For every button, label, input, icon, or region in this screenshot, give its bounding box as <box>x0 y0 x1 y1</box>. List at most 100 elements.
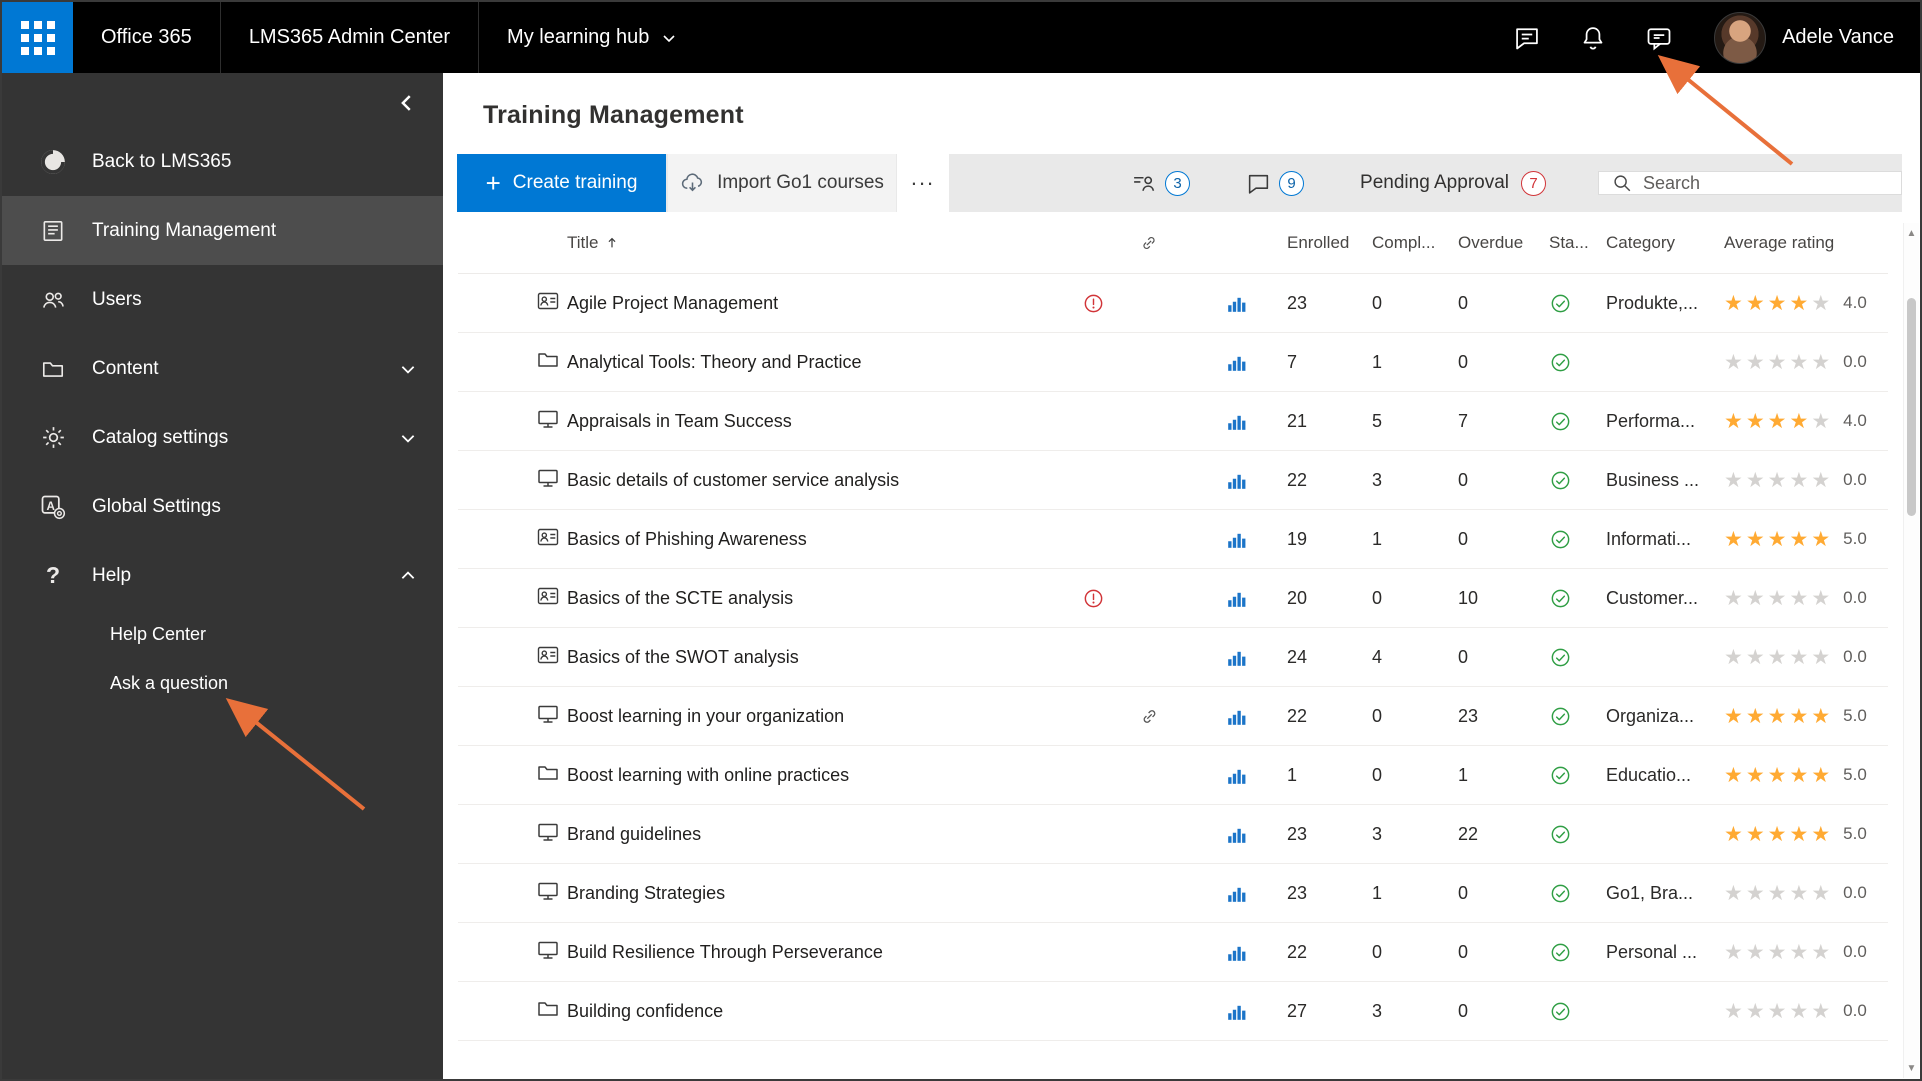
rating-value: 0.0 <box>1843 352 1867 372</box>
table-row[interactable]: Basics of the SCTE analysis20010Customer… <box>458 569 1888 628</box>
scroll-up-arrow[interactable]: ▲ <box>1907 223 1917 243</box>
search-input[interactable] <box>1643 173 1889 194</box>
column-header-rating[interactable]: Average rating <box>1720 233 1888 253</box>
sort-ascending-icon <box>605 235 619 251</box>
star-icon: ★ <box>1768 881 1790 906</box>
category-cell: Go1, Bra... <box>1602 883 1720 904</box>
pending-approval-button[interactable]: Pending Approval 7 <box>1360 171 1546 196</box>
training-title-link[interactable]: Basics of the SWOT analysis <box>567 647 1082 668</box>
sidebar-item-help[interactable]: ? Help <box>2 541 443 610</box>
notifications-button[interactable] <box>1560 2 1626 73</box>
rating-cell: ★★★★★5.0 <box>1720 527 1888 552</box>
report-chart-icon[interactable] <box>1192 1001 1251 1022</box>
enrollment-requests-button[interactable]: 3 <box>1130 171 1190 196</box>
app-window: Office 365 LMS365 Admin Center My learni… <box>0 0 1922 1081</box>
column-header-status[interactable]: Sta... <box>1511 233 1602 253</box>
comments-button[interactable]: 9 <box>1246 171 1304 196</box>
table-row[interactable]: Basics of Phishing Awareness1910Informat… <box>458 510 1888 569</box>
search-box[interactable] <box>1598 171 1902 195</box>
rating-value: 5.0 <box>1843 765 1867 785</box>
training-title-link[interactable]: Branding Strategies <box>567 883 1082 904</box>
overdue-count: 0 <box>1425 529 1511 550</box>
report-chart-icon[interactable] <box>1192 706 1251 727</box>
office365-link[interactable]: Office 365 <box>73 2 220 73</box>
star-icon: ★ <box>1746 291 1768 316</box>
sidebar-item-ask-a-question[interactable]: Ask a question <box>2 659 443 708</box>
table-row[interactable]: Appraisals in Team Success2157Performa..… <box>458 392 1888 451</box>
report-chart-icon[interactable] <box>1192 883 1251 904</box>
report-chart-icon[interactable] <box>1192 529 1251 550</box>
sidebar-collapse-button[interactable] <box>393 89 421 117</box>
table-row[interactable]: Boost learning with online practices101E… <box>458 746 1888 805</box>
training-title-link[interactable]: Building confidence <box>567 1001 1082 1022</box>
training-title-link[interactable]: Boost learning in your organization <box>567 706 1082 727</box>
report-chart-icon[interactable] <box>1192 588 1251 609</box>
training-title-link[interactable]: Basic details of customer service analys… <box>567 470 1082 491</box>
feedback-button[interactable] <box>1626 2 1692 73</box>
table-row[interactable]: Basic details of customer service analys… <box>458 451 1888 510</box>
pending-approval-label: Pending Approval <box>1360 172 1509 194</box>
column-header-linked[interactable] <box>1138 233 1192 253</box>
scroll-down-arrow[interactable]: ▼ <box>1907 1058 1917 1078</box>
sidebar-item-catalog-settings[interactable]: Catalog settings <box>2 403 443 472</box>
table-row[interactable]: Boost learning in your organization22023… <box>458 687 1888 746</box>
training-title-link[interactable]: Agile Project Management <box>567 293 1082 314</box>
vertical-scrollbar[interactable]: ▲ ▼ <box>1903 223 1919 1078</box>
table-row[interactable]: Agile Project Management2300Produkte,...… <box>458 274 1888 333</box>
report-chart-icon[interactable] <box>1192 765 1251 786</box>
import-go1-button[interactable]: Import Go1 courses <box>668 154 896 212</box>
table-row[interactable]: Analytical Tools: Theory and Practice710… <box>458 333 1888 392</box>
star-icon: ★ <box>1811 586 1833 611</box>
rating-value: 5.0 <box>1843 529 1867 549</box>
table-row[interactable]: Brand guidelines23322★★★★★5.0 <box>458 805 1888 864</box>
messages-button[interactable] <box>1494 2 1560 73</box>
hub-selector[interactable]: My learning hub <box>478 2 705 73</box>
star-icon: ★ <box>1789 763 1811 788</box>
status-published-icon <box>1511 587 1602 610</box>
sidebar-item-training-management[interactable]: Training Management <box>2 196 443 265</box>
sidebar-item-global-settings[interactable]: A Global Settings <box>2 472 443 541</box>
training-title-link[interactable]: Basics of the SCTE analysis <box>567 588 1082 609</box>
star-icon: ★ <box>1746 822 1768 847</box>
training-title-link[interactable]: Brand guidelines <box>567 824 1082 845</box>
sidebar-item-help-center[interactable]: Help Center <box>2 610 443 659</box>
sidebar-item-back-to-lms365[interactable]: Back to LMS365 <box>2 127 443 196</box>
table-row[interactable]: Branding Strategies2310Go1, Bra...★★★★★0… <box>458 864 1888 923</box>
admin-center-link[interactable]: LMS365 Admin Center <box>220 2 478 73</box>
column-header-enrolled[interactable]: Enrolled <box>1251 233 1339 253</box>
report-chart-icon[interactable] <box>1192 411 1251 432</box>
enrolled-count: 7 <box>1251 352 1339 373</box>
course-icon <box>535 879 567 908</box>
scrollbar-thumb[interactable] <box>1907 298 1916 516</box>
star-icon: ★ <box>1789 586 1811 611</box>
more-actions-button[interactable]: ... <box>897 154 949 212</box>
table-row[interactable]: Basics of the SWOT analysis2440★★★★★0.0 <box>458 628 1888 687</box>
report-chart-icon[interactable] <box>1192 824 1251 845</box>
sidebar-item-content[interactable]: Content <box>2 334 443 403</box>
training-title-link[interactable]: Appraisals in Team Success <box>567 411 1082 432</box>
column-header-category[interactable]: Category <box>1602 233 1720 253</box>
training-title-link[interactable]: Boost learning with online practices <box>567 765 1082 786</box>
star-icon: ★ <box>1746 940 1768 965</box>
report-chart-icon[interactable] <box>1192 470 1251 491</box>
star-icon: ★ <box>1789 409 1811 434</box>
training-title-link[interactable]: Basics of Phishing Awareness <box>567 529 1082 550</box>
report-chart-icon[interactable] <box>1192 293 1251 314</box>
create-training-button[interactable]: + Create training <box>457 154 666 212</box>
training-title-link[interactable]: Analytical Tools: Theory and Practice <box>567 352 1082 373</box>
completed-count: 0 <box>1339 588 1425 609</box>
link-icon <box>1138 233 1160 253</box>
account-button[interactable]: Adele Vance <box>1692 2 1920 73</box>
column-header-completed[interactable]: Compl... <box>1339 233 1425 253</box>
report-chart-icon[interactable] <box>1192 352 1251 373</box>
column-header-overdue[interactable]: Overdue <box>1425 233 1511 253</box>
report-chart-icon[interactable] <box>1192 942 1251 963</box>
table-row[interactable]: Building confidence2730★★★★★0.0 <box>458 982 1888 1041</box>
column-header-title[interactable]: Title <box>567 233 1082 253</box>
sidebar: Back to LMS365 Training Management Users… <box>2 73 443 1079</box>
sidebar-item-users[interactable]: Users <box>2 265 443 334</box>
app-launcher-button[interactable] <box>2 2 73 73</box>
training-title-link[interactable]: Build Resilience Through Perseverance <box>567 942 1082 963</box>
report-chart-icon[interactable] <box>1192 647 1251 668</box>
table-row[interactable]: Build Resilience Through Perseverance220… <box>458 923 1888 982</box>
